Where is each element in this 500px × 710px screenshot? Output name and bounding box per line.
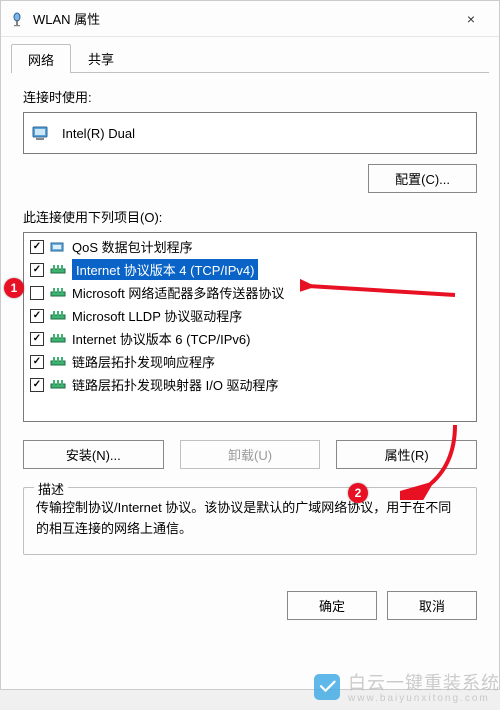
tab-network[interactable]: 网络 (11, 44, 71, 73)
checkbox[interactable] (30, 286, 44, 300)
list-item[interactable]: 链路层拓扑发现响应程序 (24, 350, 476, 373)
watermark-url: www.baiyunxitong.com (348, 693, 500, 704)
configure-button[interactable]: 配置(C)... (368, 164, 477, 193)
dialog-button-row: 确定 取消 (1, 577, 499, 634)
cancel-button[interactable]: 取消 (387, 591, 477, 620)
annotation-marker-1: 1 (4, 278, 24, 298)
checkbox[interactable] (30, 263, 44, 277)
checkbox[interactable] (30, 240, 44, 254)
checkbox[interactable] (30, 309, 44, 323)
watermark-text: 白云一键重装系统 www.baiyunxitong.com (348, 669, 500, 704)
close-button[interactable]: × (451, 5, 491, 33)
wlan-icon (9, 11, 25, 27)
protocol-icon (50, 332, 68, 346)
watermark-logo-icon (314, 674, 340, 700)
item-label: 链路层拓扑发现映射器 I/O 驱动程序 (72, 375, 279, 394)
description-legend: 描述 (34, 479, 68, 498)
item-label: Microsoft 网络适配器多路传送器协议 (72, 283, 284, 302)
uninstall-button: 卸载(U) (180, 440, 321, 469)
item-label: Microsoft LLDP 协议驱动程序 (72, 306, 242, 325)
protocol-icon (50, 286, 68, 300)
description-text: 传输控制协议/Internet 协议。该协议是默认的广域网络协议，用于在不同的相… (36, 498, 464, 540)
window-title: WLAN 属性 (33, 9, 451, 28)
install-button[interactable]: 安装(N)... (23, 440, 164, 469)
protocol-icon (50, 309, 68, 323)
tab-bar: 网络 共享 (1, 37, 499, 72)
properties-dialog: WLAN 属性 × 网络 共享 连接时使用: Intel(R) Dual 配置(… (0, 0, 500, 690)
list-item[interactable]: QoS 数据包计划程序 (24, 235, 476, 258)
tab-sharing[interactable]: 共享 (71, 43, 131, 72)
ok-button[interactable]: 确定 (287, 591, 377, 620)
item-label: 链路层拓扑发现响应程序 (72, 352, 215, 371)
adapter-box: Intel(R) Dual (23, 112, 477, 154)
protocol-icon (50, 355, 68, 369)
list-item[interactable]: 链路层拓扑发现映射器 I/O 驱动程序 (24, 373, 476, 396)
connect-using-label: 连接时使用: (23, 87, 477, 106)
checkbox[interactable] (30, 378, 44, 392)
adapter-icon (32, 124, 54, 142)
annotation-arrow-1 (300, 270, 460, 300)
network-items-list[interactable]: QoS 数据包计划程序 Internet 协议版本 4 (TCP/IPv4) M… (23, 232, 477, 422)
list-item[interactable]: Internet 协议版本 6 (TCP/IPv6) (24, 327, 476, 350)
item-label: QoS 数据包计划程序 (72, 237, 193, 256)
list-item[interactable]: Microsoft LLDP 协议驱动程序 (24, 304, 476, 327)
item-label: Internet 协议版本 6 (TCP/IPv6) (72, 329, 250, 348)
annotation-arrow-2 (400, 420, 470, 500)
protocol-icon (50, 378, 68, 392)
qos-icon (50, 240, 68, 254)
titlebar: WLAN 属性 × (1, 1, 499, 37)
item-label: Internet 协议版本 4 (TCP/IPv4) (72, 259, 258, 280)
annotation-marker-2: 2 (348, 483, 368, 503)
adapter-name: Intel(R) Dual (62, 126, 135, 141)
items-label: 此连接使用下列项目(O): (23, 207, 477, 226)
protocol-icon (50, 263, 68, 277)
checkbox[interactable] (30, 332, 44, 346)
watermark: 白云一键重装系统 www.baiyunxitong.com (314, 669, 500, 704)
checkbox[interactable] (30, 355, 44, 369)
watermark-brand: 白云一键重装系统 (348, 673, 500, 693)
